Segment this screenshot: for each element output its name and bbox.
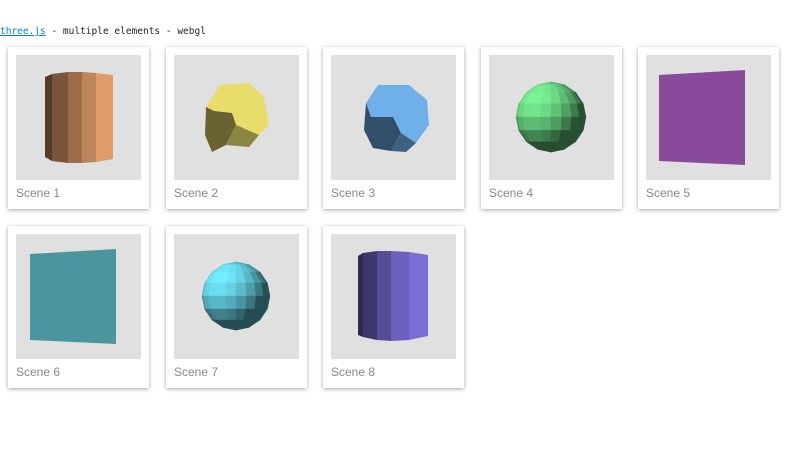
sphere-facet: [235, 295, 247, 310]
scene-label: Scene 1: [16, 186, 61, 200]
sphere-facet: [539, 103, 552, 118]
sphere-facet: [530, 103, 542, 118]
scene-viewport[interactable]: [16, 55, 141, 180]
dodecahedron-shape: [205, 83, 269, 152]
scene-card: Scene 2: [166, 47, 307, 209]
scene-card: Scene 7: [166, 226, 307, 388]
sphere-facet: [215, 295, 227, 310]
sphere-facet: [235, 282, 247, 297]
info-text: - multiple elements - webgl: [45, 26, 206, 37]
scene-card: Scene 4: [481, 47, 622, 209]
cylinder-shape: [358, 251, 428, 341]
scene-viewport[interactable]: [489, 55, 614, 180]
sphere-facet: [550, 103, 563, 118]
scene-label: Scene 6: [16, 365, 61, 379]
scene-card: Scene 6: [8, 226, 149, 388]
info-header: three.js - multiple elements - webgl: [0, 26, 206, 37]
dodecahedron-shape: [364, 85, 429, 152]
cylinder-shape: [45, 72, 113, 163]
sphere-facet: [550, 116, 563, 131]
scene-label: Scene 4: [489, 186, 534, 200]
sphere-shape: [515, 81, 587, 153]
threejs-link[interactable]: three.js: [0, 26, 46, 37]
sphere-facet: [560, 103, 572, 118]
sphere-shape: [201, 261, 271, 331]
sphere-facet: [560, 116, 572, 131]
scene-viewport[interactable]: [331, 234, 456, 359]
scene-viewport[interactable]: [646, 55, 771, 180]
sphere-facet: [225, 282, 237, 297]
scene-viewport[interactable]: [16, 234, 141, 359]
scene-viewport[interactable]: [174, 55, 299, 180]
scene-card: Scene 5: [638, 47, 779, 209]
sphere-facet: [245, 295, 257, 310]
sphere-facet: [539, 116, 552, 131]
sphere-facet: [215, 282, 227, 297]
sphere-facet: [245, 282, 257, 297]
scene-label: Scene 5: [646, 186, 691, 200]
scene-card: Scene 8: [323, 226, 464, 388]
scene-viewport[interactable]: [174, 234, 299, 359]
scene-label: Scene 3: [331, 186, 376, 200]
scene-label: Scene 2: [174, 186, 219, 200]
scene-card: Scene 3: [323, 47, 464, 209]
sphere-facet: [225, 295, 237, 310]
scene-viewport[interactable]: [331, 55, 456, 180]
scene-label: Scene 7: [174, 365, 219, 379]
plane-shape: [30, 249, 116, 344]
sphere-facet: [530, 116, 542, 131]
scene-label: Scene 8: [331, 365, 376, 379]
scene-card: Scene 1: [8, 47, 149, 209]
plane-shape: [659, 70, 745, 165]
